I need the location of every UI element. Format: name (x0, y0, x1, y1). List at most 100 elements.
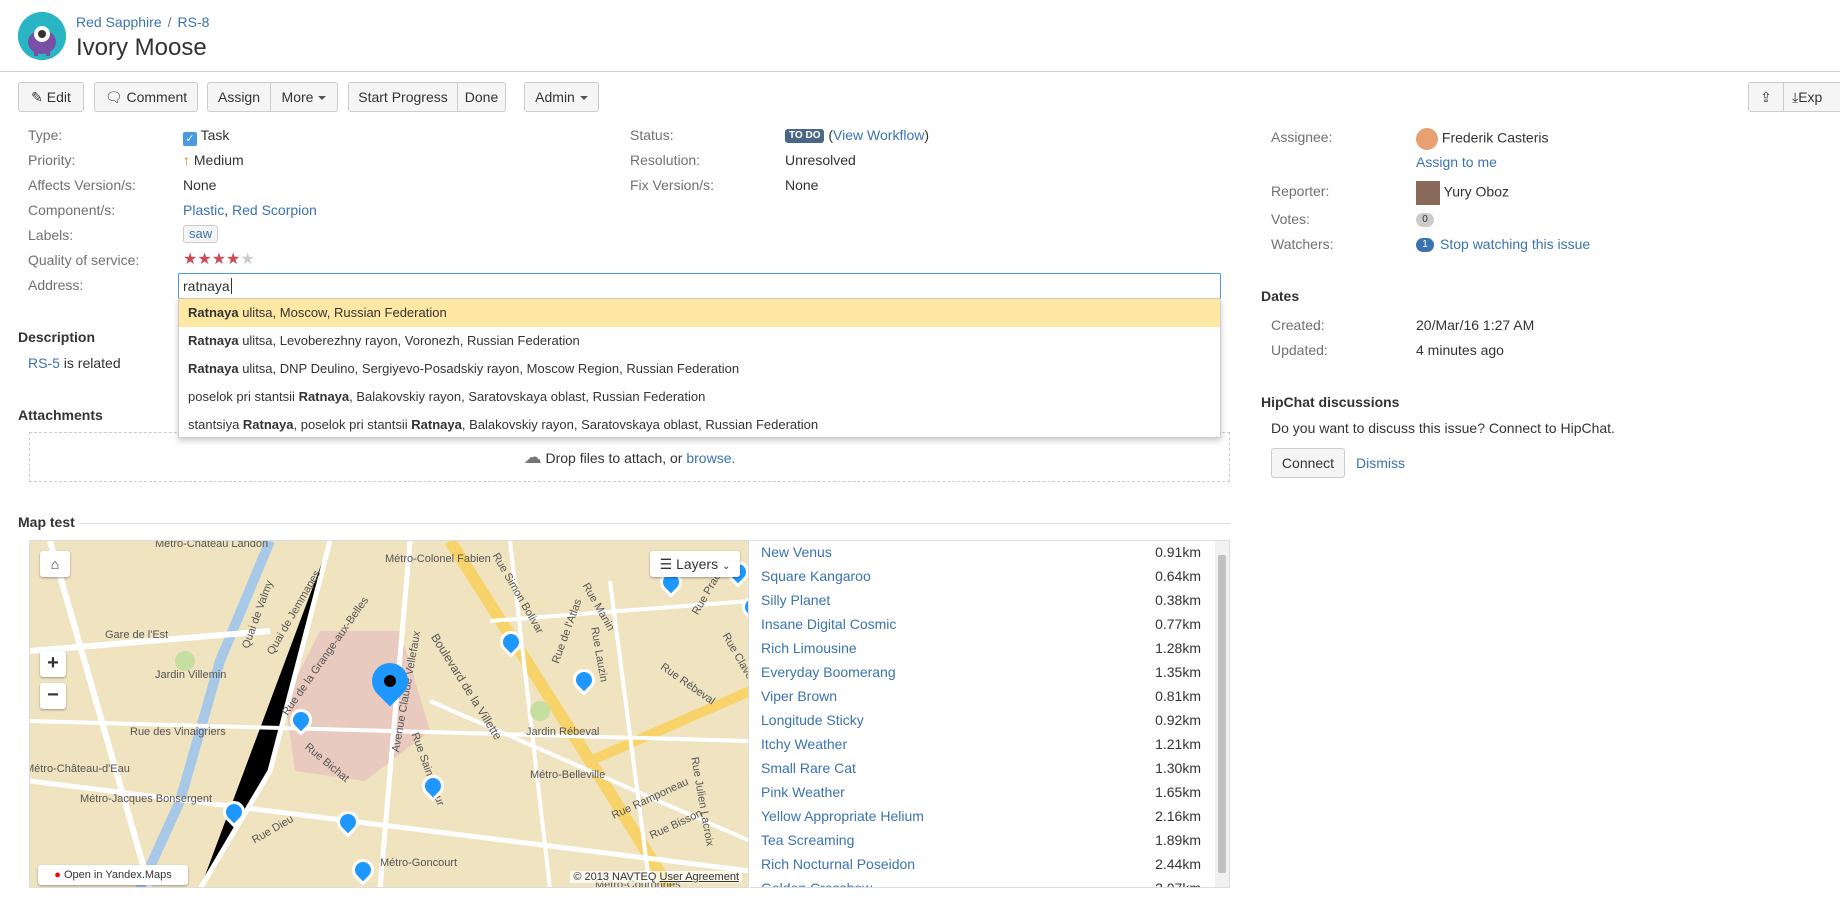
connect-button[interactable]: Connect (1271, 448, 1345, 478)
place-row[interactable]: Rich Limousine 1.28km (761, 640, 1201, 664)
start-progress-button[interactable]: Start Progress (348, 82, 458, 112)
place-name[interactable]: Longitude Sticky (761, 712, 864, 728)
address-input[interactable]: ratnaya (178, 273, 1221, 299)
votes-count[interactable]: 0 (1416, 213, 1434, 227)
suggestion-text: ulitsa, DNP Deulino, Sergiyevo-Posadskiy… (238, 361, 740, 376)
place-name[interactable]: Everyday Boomerang (761, 664, 896, 680)
place-row[interactable]: Silly Planet 0.38km (761, 592, 1201, 616)
assign-button[interactable]: Assign (207, 82, 271, 112)
suggestion-item[interactable]: Ratnaya ulitsa, Levoberezhny rayon, Voro… (179, 327, 1220, 355)
issue-link[interactable]: RS-5 (28, 355, 60, 371)
suggestion-item[interactable]: Ratnaya ulitsa, DNP Deulino, Sergiyevo-P… (179, 355, 1220, 383)
place-distance: 0.92km (1155, 712, 1201, 728)
place-row[interactable]: Golden Crossbow 2.07km (761, 880, 1201, 887)
assign-to-me-link[interactable]: Assign to me (1416, 154, 1497, 170)
dismiss-link[interactable]: Dismiss (1356, 455, 1405, 471)
qos-rating[interactable]: ★★★★★ (183, 251, 255, 268)
place-name[interactable]: Square Kangaroo (761, 568, 871, 584)
suggestion-item[interactable]: Ratnaya ulitsa, Moscow, Russian Federati… (179, 299, 1220, 327)
places-list[interactable]: New Venus 0.91km Square Kangaroo 0.64km Si… (750, 540, 1230, 888)
status-badge: TO DO (785, 129, 825, 144)
place-name[interactable]: Yellow Appropriate Helium (761, 808, 924, 824)
monster-icon (18, 12, 66, 60)
map-view[interactable]: Métro-Château Landon Métro-Colonel Fabie… (29, 540, 749, 888)
more-button[interactable]: More (270, 82, 338, 112)
browse-link[interactable]: browse. (686, 450, 735, 466)
home-button[interactable]: ⌂ (40, 551, 70, 577)
place-name[interactable]: Insane Digital Cosmic (761, 616, 896, 632)
breadcrumb-issue-key[interactable]: RS-8 (178, 14, 210, 30)
layers-button[interactable]: ☰ Layers ⌄ (650, 551, 740, 577)
zoom-in-button[interactable]: + (40, 651, 66, 677)
place-name[interactable]: Small Rare Cat (761, 760, 856, 776)
place-name[interactable]: Itchy Weather (761, 736, 847, 752)
place-name[interactable]: Viper Brown (761, 688, 837, 704)
stop-watching-link[interactable]: Stop watching this issue (1440, 236, 1590, 252)
share-button[interactable]: ⇪ (1748, 82, 1784, 112)
place-row[interactable]: Longitude Sticky 0.92km (761, 712, 1201, 736)
place-row[interactable]: Square Kangaroo 0.64km (761, 568, 1201, 592)
star-icon[interactable]: ★ (183, 252, 197, 268)
priority-text: Medium (193, 152, 244, 168)
labels-label: Labels: (28, 227, 74, 243)
suggestion-item[interactable]: poselok pri stantsii Ratnaya, Balakovski… (179, 383, 1220, 411)
place-name[interactable]: Rich Nocturnal Poseidon (761, 856, 915, 872)
suggestion-item[interactable]: stantsiya Ratnaya, poselok pri stantsii … (179, 411, 1220, 439)
comment-button[interactable]: 🗨 Comment (94, 82, 198, 112)
reporter-name[interactable]: Yury Oboz (1444, 184, 1509, 200)
view-workflow-link[interactable]: View Workflow (833, 127, 924, 143)
suggestion-match: Ratnaya (298, 389, 350, 404)
place-row[interactable]: Itchy Weather 1.21km (761, 736, 1201, 760)
place-row[interactable]: Everyday Boomerang 1.35km (761, 664, 1201, 688)
admin-button[interactable]: Admin (524, 82, 599, 112)
place-row[interactable]: Viper Brown 0.81km (761, 688, 1201, 712)
attachment-dropzone[interactable]: ☁ Drop files to attach, or browse. (29, 432, 1230, 482)
user-agreement-link[interactable]: User Agreement (660, 871, 739, 883)
label-tag[interactable]: saw (183, 225, 219, 243)
assignee-name[interactable]: Frederik Casteris (1442, 130, 1549, 146)
place-row[interactable]: Rich Nocturnal Poseidon 2.44km (761, 856, 1201, 880)
star-icon[interactable]: ★ (226, 252, 240, 268)
place-name[interactable]: Silly Planet (761, 592, 830, 608)
component-link[interactable]: Red Scorpion (232, 202, 317, 218)
map-label: Métro-Belleville (530, 769, 606, 781)
star-icon[interactable]: ★ (240, 252, 254, 268)
place-name[interactable]: Pink Weather (761, 784, 845, 800)
place-name[interactable]: Rich Limousine (761, 640, 857, 656)
star-icon[interactable]: ★ (212, 252, 226, 268)
watchers-count[interactable]: 1 (1416, 238, 1434, 252)
place-row[interactable]: Yellow Appropriate Helium 2.16km (761, 808, 1201, 832)
place-name[interactable]: New Venus (761, 544, 832, 560)
place-row[interactable]: Tea Screaming 1.89km (761, 832, 1201, 856)
edit-button[interactable]: ✎ Edit (18, 82, 84, 112)
pencil-icon: ✎ (31, 89, 43, 105)
arrow-up-icon: ↑ (183, 152, 190, 168)
place-name[interactable]: Tea Screaming (761, 832, 854, 848)
export-button[interactable]: ⤓Exp (1783, 82, 1840, 112)
place-row[interactable]: New Venus 0.91km (761, 544, 1201, 568)
hipchat-heading[interactable]: HipChat discussions (1261, 394, 1399, 410)
place-row[interactable]: Pink Weather 1.65km (761, 784, 1201, 808)
map-label: Métro-Goncourt (380, 857, 458, 869)
done-button[interactable]: Done (457, 82, 506, 112)
description-heading[interactable]: Description (18, 329, 95, 345)
suggestion-match: Ratnaya (188, 333, 239, 348)
watchers-label: Watchers: (1271, 236, 1334, 252)
breadcrumb-project[interactable]: Red Sapphire (76, 14, 162, 30)
star-icon[interactable]: ★ (197, 252, 211, 268)
place-name[interactable]: Golden Crossbow (761, 880, 872, 887)
type-text: Task (200, 127, 230, 143)
map-heading[interactable]: Map test (18, 514, 75, 530)
project-avatar[interactable] (18, 12, 66, 60)
scrollbar-thumb[interactable] (1218, 555, 1226, 873)
open-in-yandex-button[interactable]: ● Open in Yandex.Maps (38, 865, 188, 885)
places-scrollbar[interactable] (1215, 541, 1229, 887)
place-row[interactable]: Small Rare Cat 1.30km (761, 760, 1201, 784)
place-distance: 0.81km (1155, 688, 1201, 704)
component-link[interactable]: Plastic (183, 202, 224, 218)
dates-heading[interactable]: Dates (1261, 288, 1299, 304)
place-row[interactable]: Insane Digital Cosmic 0.77km (761, 616, 1201, 640)
issue-summary[interactable]: Ivory Moose (76, 34, 207, 62)
attachments-heading[interactable]: Attachments (18, 407, 103, 423)
zoom-out-button[interactable]: − (40, 683, 66, 709)
